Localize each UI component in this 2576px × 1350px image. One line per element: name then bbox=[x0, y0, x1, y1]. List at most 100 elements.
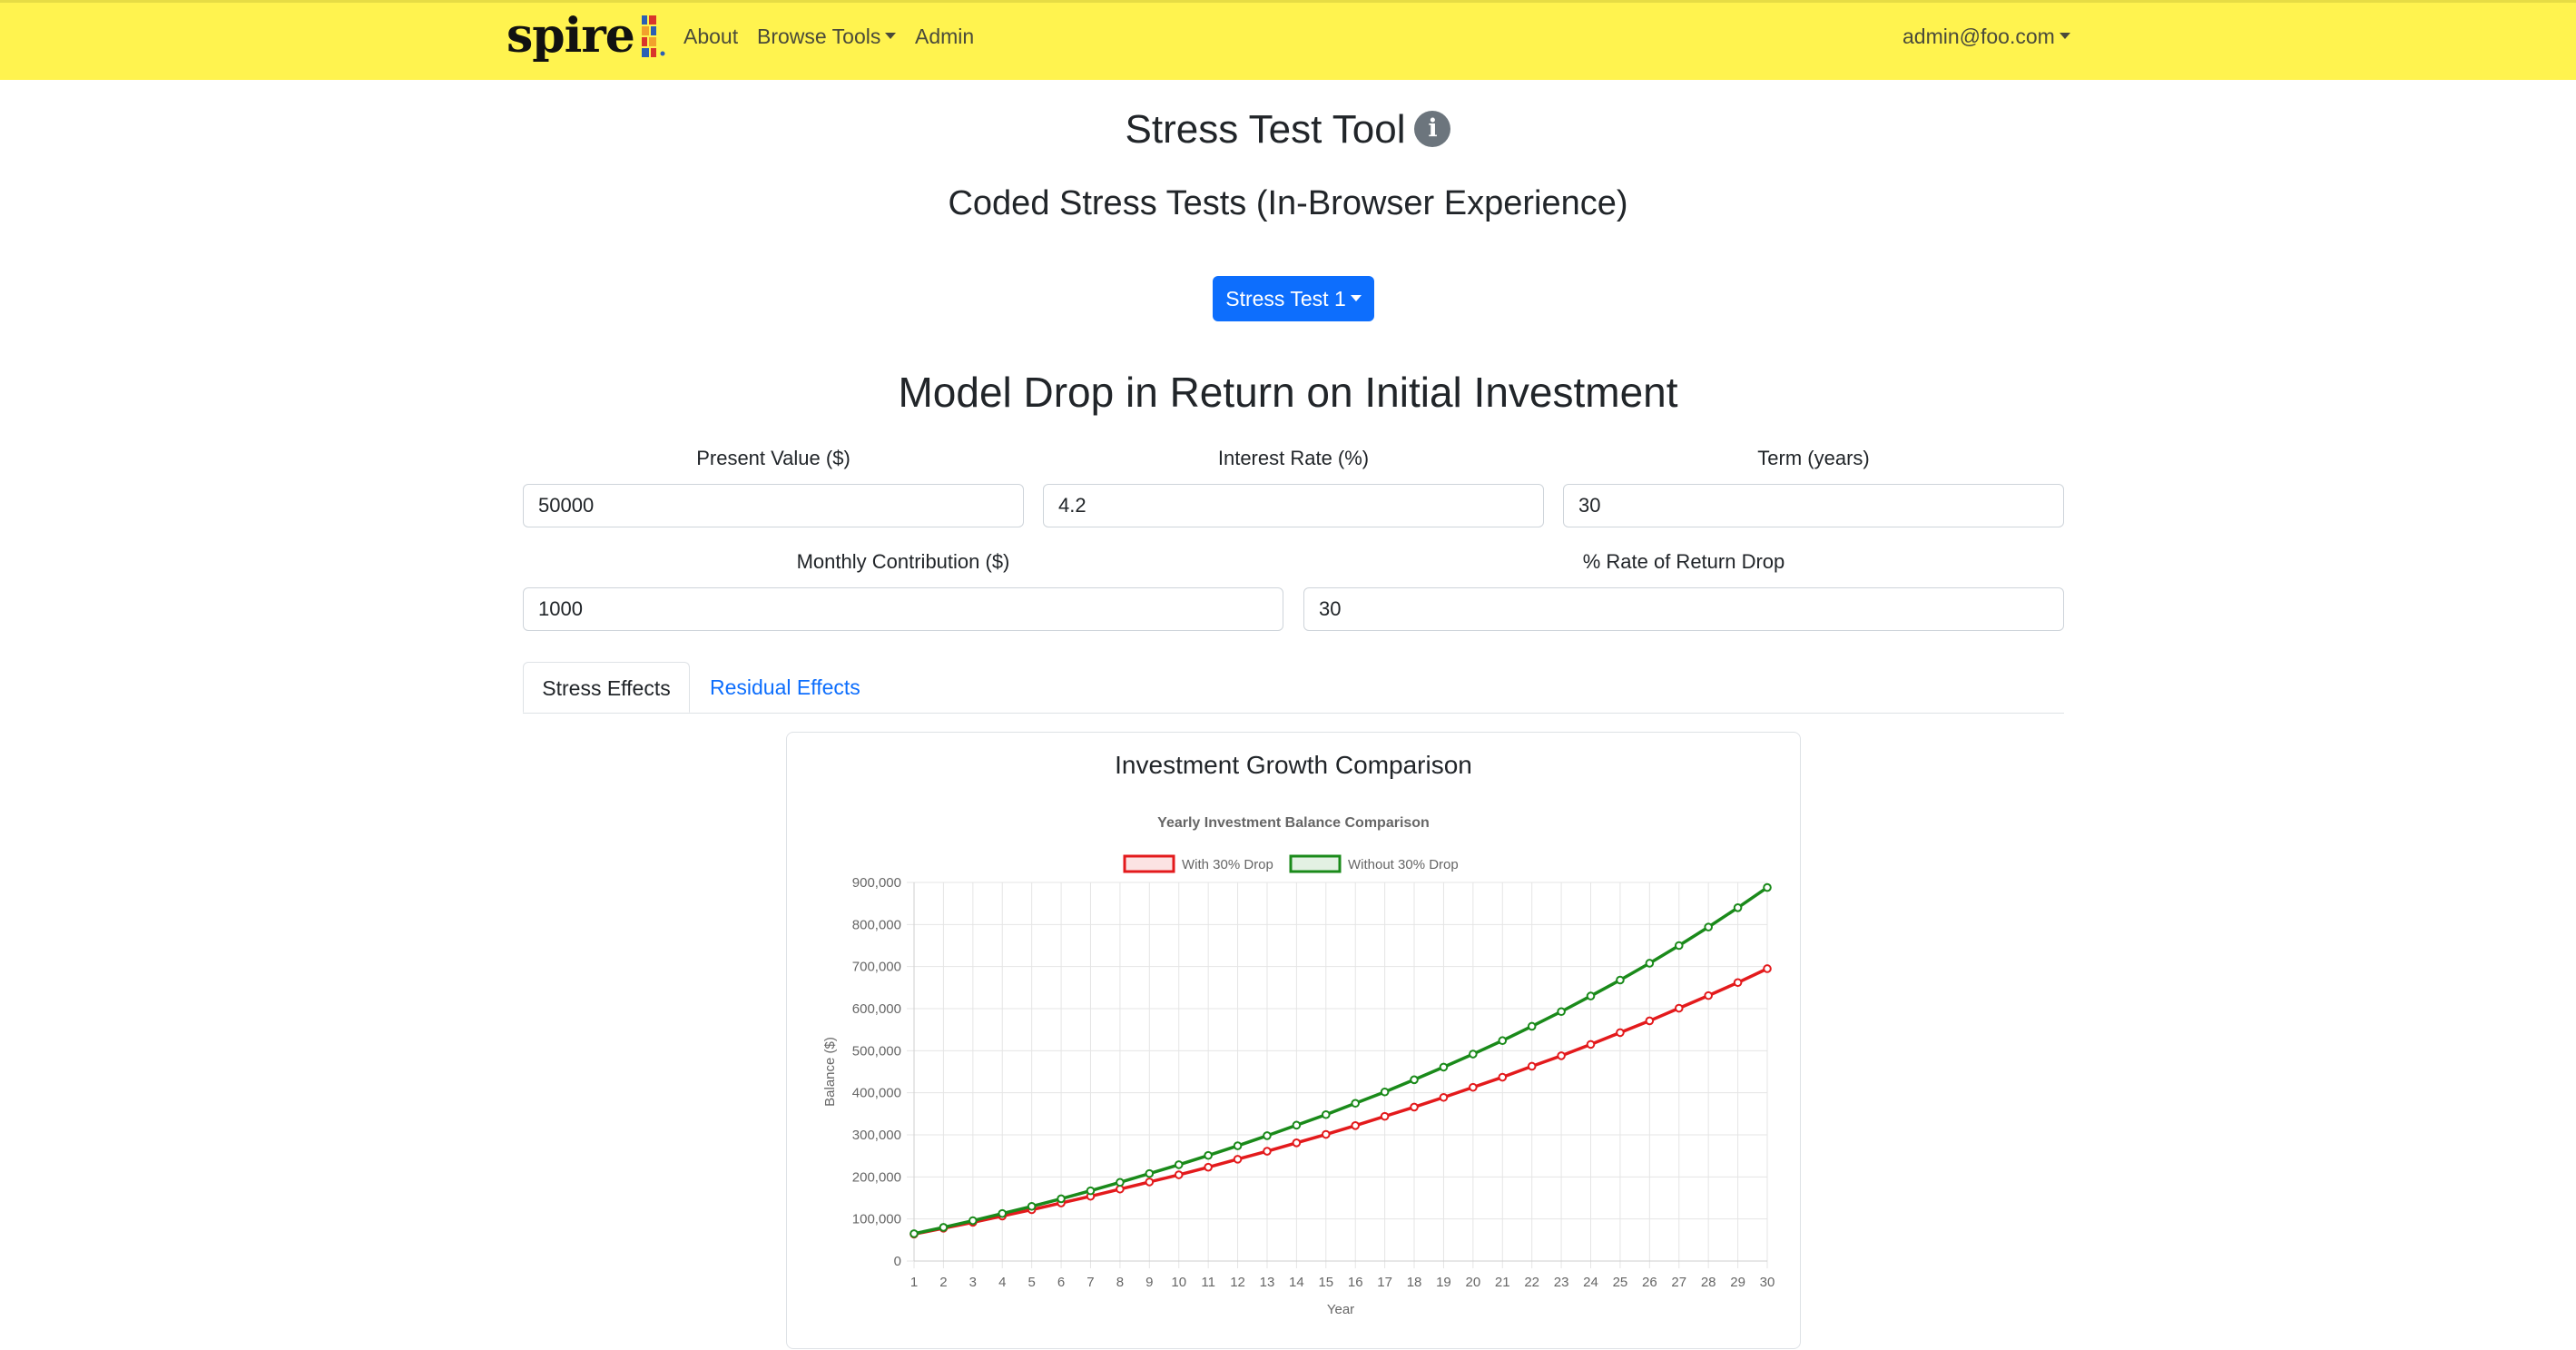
x-tick-label: 14 bbox=[1289, 1275, 1304, 1290]
nav-about[interactable]: About bbox=[683, 25, 738, 49]
present-value-label: Present Value ($) bbox=[696, 447, 850, 469]
term-input[interactable] bbox=[1563, 484, 2064, 527]
user-email: admin@foo.com bbox=[1903, 25, 2055, 48]
page-title-text: Stress Test Tool bbox=[1125, 107, 1406, 152]
rate-drop-label: % Rate of Return Drop bbox=[1582, 550, 1785, 573]
present-value-input[interactable] bbox=[523, 484, 1024, 527]
spire-logo-icon bbox=[641, 15, 665, 57]
data-point-0 bbox=[1704, 990, 1713, 1000]
y-axis-label: Balance ($) bbox=[822, 1037, 838, 1107]
data-point-0 bbox=[1380, 1111, 1390, 1121]
data-point-1 bbox=[1233, 1141, 1243, 1150]
data-point-1 bbox=[1351, 1099, 1361, 1109]
x-tick-label: 28 bbox=[1701, 1275, 1716, 1290]
data-point-1 bbox=[1410, 1075, 1419, 1085]
x-tick-label: 10 bbox=[1171, 1275, 1186, 1290]
data-point-0 bbox=[1410, 1102, 1419, 1112]
x-tick-label: 4 bbox=[998, 1275, 1006, 1290]
data-point-1 bbox=[1204, 1150, 1213, 1160]
y-tick-label: 400,000 bbox=[852, 1086, 901, 1101]
data-point-1 bbox=[1145, 1168, 1155, 1178]
x-tick-label: 13 bbox=[1260, 1275, 1275, 1290]
x-tick-label: 3 bbox=[969, 1275, 977, 1290]
data-point-0 bbox=[1616, 1028, 1625, 1038]
x-tick-label: 8 bbox=[1116, 1275, 1124, 1290]
x-tick-label: 19 bbox=[1436, 1275, 1451, 1290]
y-tick-label: 900,000 bbox=[852, 875, 901, 891]
data-point-1 bbox=[1645, 959, 1655, 968]
data-point-0 bbox=[1145, 1178, 1155, 1187]
data-point-1 bbox=[1557, 1007, 1566, 1017]
data-point-1 bbox=[1733, 903, 1743, 912]
effects-tabs: Stress Effects Residual Effects bbox=[523, 662, 2064, 714]
stress-test-select-label: Stress Test 1 bbox=[1225, 287, 1346, 310]
data-point-1 bbox=[1292, 1120, 1302, 1130]
stress-test-select-button[interactable]: Stress Test 1 bbox=[1213, 276, 1374, 321]
page-title: Stress Test Tool i bbox=[0, 107, 2576, 153]
data-point-0 bbox=[1263, 1147, 1272, 1156]
x-tick-label: 20 bbox=[1466, 1275, 1481, 1290]
x-tick-label: 25 bbox=[1613, 1275, 1628, 1290]
rate-drop-input[interactable] bbox=[1303, 587, 2064, 631]
x-tick-label: 16 bbox=[1348, 1275, 1363, 1290]
nav-admin[interactable]: Admin bbox=[915, 25, 974, 49]
x-tick-label: 22 bbox=[1524, 1275, 1539, 1290]
data-point-1 bbox=[1527, 1021, 1537, 1031]
data-point-0 bbox=[1469, 1082, 1478, 1092]
data-point-0 bbox=[1645, 1016, 1655, 1026]
data-point-0 bbox=[1439, 1092, 1449, 1102]
interest-rate-input[interactable] bbox=[1043, 484, 1544, 527]
x-tick-label: 5 bbox=[1027, 1275, 1035, 1290]
monthly-contribution-label: Monthly Contribution ($) bbox=[796, 550, 1010, 573]
info-icon[interactable]: i bbox=[1414, 111, 1451, 148]
data-point-0 bbox=[1204, 1162, 1213, 1172]
nav-about-label: About bbox=[683, 25, 739, 48]
data-point-1 bbox=[1086, 1186, 1096, 1196]
y-tick-label: 700,000 bbox=[852, 960, 901, 975]
monthly-contribution-input[interactable] bbox=[523, 587, 1283, 631]
y-tick-label: 300,000 bbox=[852, 1128, 901, 1143]
data-point-1 bbox=[1469, 1049, 1478, 1059]
data-point-0 bbox=[1351, 1121, 1361, 1130]
data-point-1 bbox=[939, 1223, 949, 1232]
data-point-0 bbox=[1674, 1003, 1684, 1013]
nav-admin-label: Admin bbox=[915, 25, 975, 48]
data-point-0 bbox=[1233, 1155, 1243, 1164]
x-tick-label: 2 bbox=[939, 1275, 947, 1290]
data-point-1 bbox=[909, 1229, 919, 1238]
x-tick-label: 18 bbox=[1407, 1275, 1422, 1290]
top-navbar: spire About Browse Tools Admin admin@foo… bbox=[0, 0, 2576, 80]
data-point-0 bbox=[1586, 1040, 1596, 1049]
data-point-0 bbox=[1557, 1051, 1566, 1060]
x-tick-label: 1 bbox=[910, 1275, 918, 1290]
nav-browse-tools-dropdown[interactable]: Browse Tools bbox=[757, 25, 897, 49]
chevron-down-icon bbox=[2059, 33, 2070, 40]
y-tick-label: 100,000 bbox=[852, 1212, 901, 1227]
data-point-1 bbox=[1498, 1036, 1508, 1046]
legend-swatch-0 bbox=[1123, 854, 1175, 873]
data-point-1 bbox=[1174, 1160, 1184, 1169]
legend-label-0: With 30% Drop bbox=[1182, 857, 1273, 872]
data-point-0 bbox=[1733, 978, 1743, 988]
data-point-0 bbox=[1174, 1170, 1184, 1179]
data-point-1 bbox=[1586, 991, 1596, 1000]
data-point-1 bbox=[1763, 882, 1772, 892]
y-tick-label: 200,000 bbox=[852, 1169, 901, 1185]
x-tick-label: 11 bbox=[1201, 1275, 1215, 1290]
data-point-1 bbox=[1439, 1062, 1449, 1072]
tab-stress-effects[interactable]: Stress Effects bbox=[523, 662, 690, 713]
interest-rate-label: Interest Rate (%) bbox=[1217, 447, 1370, 469]
data-point-0 bbox=[1527, 1061, 1537, 1071]
nav-browse-tools-label: Browse Tools bbox=[757, 25, 881, 48]
series-line-1 bbox=[913, 886, 1768, 1236]
data-point-1 bbox=[1116, 1178, 1125, 1187]
x-tick-label: 6 bbox=[1057, 1275, 1065, 1290]
user-menu-dropdown[interactable]: admin@foo.com bbox=[1903, 25, 2070, 49]
data-point-1 bbox=[1380, 1087, 1390, 1097]
chevron-down-icon bbox=[885, 33, 897, 40]
data-point-0 bbox=[1763, 964, 1772, 973]
tab-residual-effects[interactable]: Residual Effects bbox=[690, 662, 880, 713]
section-title: Model Drop in Return on Initial Investme… bbox=[898, 369, 1678, 416]
chevron-down-icon bbox=[1350, 295, 1362, 302]
brand-link[interactable]: spire bbox=[506, 10, 667, 63]
